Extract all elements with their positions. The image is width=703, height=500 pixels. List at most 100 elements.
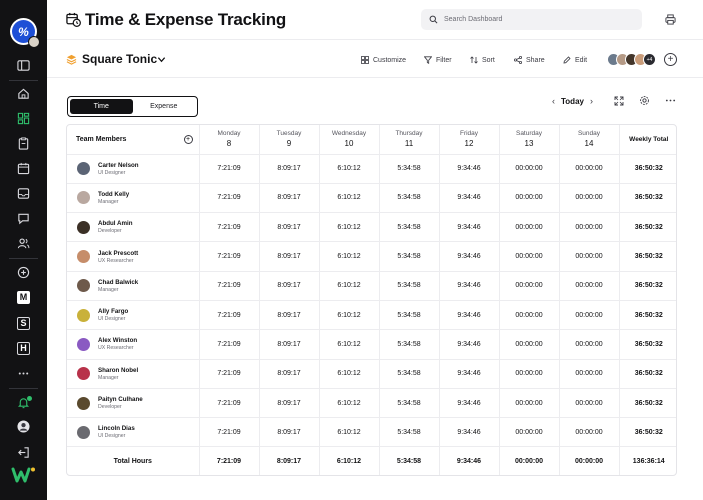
time-cell[interactable]: 9:34:46 <box>438 241 499 272</box>
time-cell[interactable]: 9:34:46 <box>438 300 499 331</box>
sidebar-workspace-h[interactable]: H <box>0 336 47 360</box>
share-button[interactable]: Share <box>514 54 545 66</box>
time-cell[interactable]: 00:00:00 <box>558 183 619 214</box>
time-cell[interactable]: 9:34:46 <box>438 154 499 184</box>
time-cell[interactable]: 8:09:17 <box>258 271 319 301</box>
time-cell[interactable]: 5:34:58 <box>378 388 439 419</box>
time-cell[interactable]: 5:34:58 <box>378 271 439 301</box>
time-cell[interactable]: 00:00:00 <box>558 359 619 389</box>
time-cell[interactable]: 00:00:00 <box>558 271 619 301</box>
table-row[interactable]: Abdul Amin Developer 7:21:09 8:09:17 6:10:12… <box>67 212 676 243</box>
time-cell[interactable]: 6:10:12 <box>318 359 379 389</box>
search-input[interactable]: Search Dashboard <box>421 9 642 30</box>
table-row[interactable]: Sharon Nobel Manager 7:21:09 8:09:17 6:10:12… <box>67 359 676 389</box>
table-row[interactable]: Jack Prescott UX Researcher 7:21:09 8:09:17… <box>67 241 676 272</box>
time-cell[interactable]: 8:09:17 <box>258 359 319 389</box>
time-cell[interactable]: 5:34:58 <box>378 300 439 331</box>
sidebar-item-calendar[interactable] <box>0 156 47 180</box>
toggle-expense[interactable]: Expense <box>133 99 196 114</box>
time-cell[interactable]: 7:21:09 <box>198 154 259 184</box>
sidebar-item-tasks[interactable] <box>0 131 47 155</box>
chevron-down-icon[interactable] <box>157 55 166 64</box>
time-cell[interactable]: 00:00:00 <box>498 154 559 184</box>
time-cell[interactable]: 8:09:17 <box>258 417 319 448</box>
toggle-time[interactable]: Time <box>70 99 133 114</box>
time-cell[interactable]: 00:00:00 <box>498 241 559 272</box>
time-cell[interactable]: 9:34:46 <box>438 329 499 360</box>
time-cell[interactable]: 9:34:46 <box>438 271 499 301</box>
time-cell[interactable]: 8:09:17 <box>258 241 319 272</box>
time-cell[interactable]: 7:21:09 <box>198 212 259 243</box>
today-button[interactable]: Today <box>561 97 584 106</box>
time-cell[interactable]: 7:21:09 <box>198 183 259 214</box>
sidebar-more-button[interactable] <box>0 361 47 385</box>
time-cell[interactable]: 8:09:17 <box>258 183 319 214</box>
time-cell[interactable]: 00:00:00 <box>498 359 559 389</box>
time-cell[interactable]: 00:00:00 <box>558 417 619 448</box>
time-cell[interactable]: 00:00:00 <box>498 388 559 419</box>
edit-button[interactable]: Edit <box>563 54 587 66</box>
sidebar-notifications[interactable] <box>0 390 47 414</box>
time-cell[interactable]: 00:00:00 <box>558 329 619 360</box>
next-week-button[interactable]: › <box>590 96 593 106</box>
table-row[interactable]: Chad Balwick Manager 7:21:09 8:09:17 6:10:12… <box>67 271 676 301</box>
time-cell[interactable]: 00:00:00 <box>558 388 619 419</box>
time-cell[interactable]: 6:10:12 <box>318 388 379 419</box>
sidebar-item-home[interactable] <box>0 81 47 105</box>
settings-button[interactable] <box>639 95 650 106</box>
time-cell[interactable]: 5:34:58 <box>378 359 439 389</box>
workspace-name[interactable]: Square Tonic <box>82 52 157 66</box>
expand-button[interactable] <box>613 95 624 106</box>
collaborator-avatars[interactable]: +4 <box>607 53 656 66</box>
table-row[interactable]: Alex Winston UX Researcher 7:21:09 8:09:17 6… <box>67 329 676 360</box>
time-cell[interactable]: 9:34:46 <box>438 212 499 243</box>
time-cell[interactable]: 6:10:12 <box>318 300 379 331</box>
time-cell[interactable]: 00:00:00 <box>498 212 559 243</box>
time-cell[interactable]: 00:00:00 <box>558 300 619 331</box>
table-row[interactable]: Paityn Culhane Developer 7:21:09 8:09:17 6:1… <box>67 388 676 419</box>
time-cell[interactable]: 6:10:12 <box>318 154 379 184</box>
time-cell[interactable]: 00:00:00 <box>498 271 559 301</box>
time-cell[interactable]: 8:09:17 <box>258 212 319 243</box>
time-cell[interactable]: 6:10:12 <box>318 212 379 243</box>
sidebar-collapse-button[interactable] <box>0 53 47 77</box>
time-cell[interactable]: 00:00:00 <box>558 154 619 184</box>
sidebar-item-inbox[interactable] <box>0 181 47 205</box>
customize-button[interactable]: Customize <box>361 54 406 66</box>
time-cell[interactable]: 6:10:12 <box>318 183 379 214</box>
time-cell[interactable]: 8:09:17 <box>258 154 319 184</box>
time-cell[interactable]: 6:10:12 <box>318 417 379 448</box>
time-cell[interactable]: 7:21:09 <box>198 271 259 301</box>
time-cell[interactable]: 8:09:17 <box>258 388 319 419</box>
time-cell[interactable]: 7:21:09 <box>198 417 259 448</box>
prev-week-button[interactable]: ‹ <box>552 96 555 106</box>
table-row[interactable]: Ally Fargo UI Designer 7:21:09 8:09:17 6:10:… <box>67 300 676 331</box>
time-cell[interactable]: 00:00:00 <box>498 300 559 331</box>
time-cell[interactable]: 9:34:46 <box>438 388 499 419</box>
sidebar-workspace-m[interactable]: M <box>0 285 47 309</box>
time-cell[interactable]: 5:34:58 <box>378 154 439 184</box>
time-cell[interactable]: 5:34:58 <box>378 183 439 214</box>
add-collaborator-button[interactable]: + <box>664 53 677 66</box>
time-cell[interactable]: 7:21:09 <box>198 241 259 272</box>
time-cell[interactable]: 5:34:58 <box>378 329 439 360</box>
table-row[interactable]: Todd Kelly Manager 7:21:09 8:09:17 6:10:12 5:… <box>67 183 676 214</box>
time-cell[interactable]: 9:34:46 <box>438 183 499 214</box>
time-cell[interactable]: 8:09:17 <box>258 329 319 360</box>
time-cell[interactable]: 7:21:09 <box>198 300 259 331</box>
time-cell[interactable]: 5:34:58 <box>378 212 439 243</box>
time-cell[interactable]: 5:34:58 <box>378 241 439 272</box>
sidebar-item-team[interactable] <box>0 231 47 255</box>
sort-button[interactable]: Sort <box>470 54 495 66</box>
print-button[interactable] <box>663 12 678 27</box>
time-cell[interactable]: 5:34:58 <box>378 417 439 448</box>
time-cell[interactable]: 6:10:12 <box>318 241 379 272</box>
time-cell[interactable]: 7:21:09 <box>198 359 259 389</box>
sidebar-workspace-s[interactable]: S <box>0 311 47 335</box>
sidebar-item-messages[interactable] <box>0 206 47 230</box>
more-options-button[interactable] <box>665 95 676 106</box>
time-cell[interactable]: 9:34:46 <box>438 417 499 448</box>
sidebar-profile[interactable] <box>0 414 47 438</box>
time-cell[interactable]: 7:21:09 <box>198 329 259 360</box>
app-logo[interactable]: % <box>10 18 40 48</box>
